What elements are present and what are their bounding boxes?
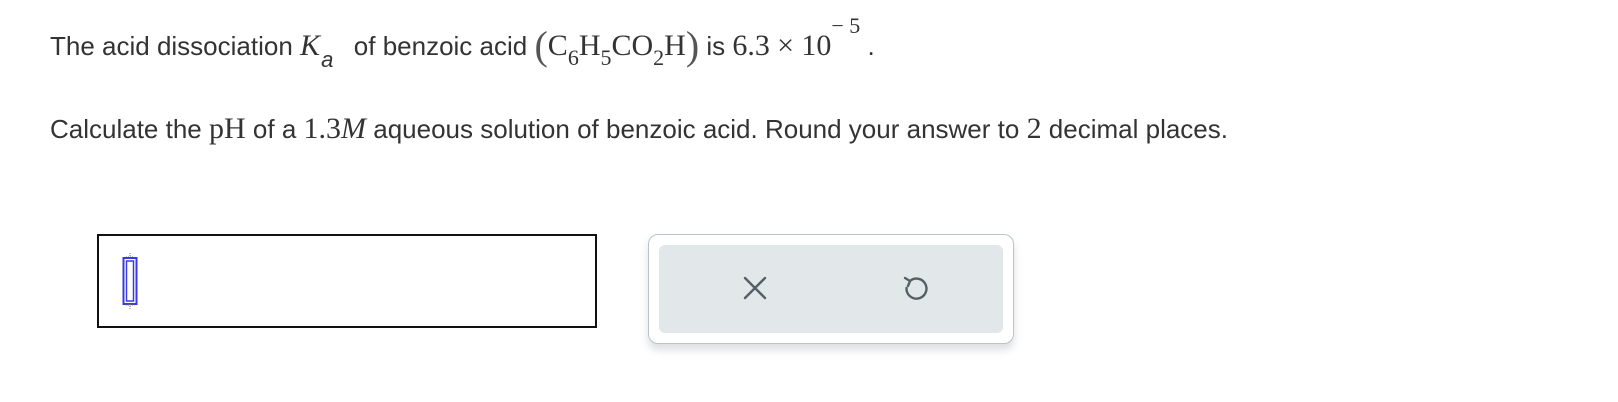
concentration-value: 1.3 [303,112,342,145]
question-text: of benzoic acid [353,31,528,61]
undo-icon [903,276,928,300]
molar-unit: M [341,112,367,145]
undo-button[interactable] [892,265,938,311]
question-text: of a [252,114,297,144]
question-line-2: Calculate the pH of a 1.3M aqueous solut… [50,112,1228,146]
answer-tools-bar [659,245,1003,333]
formula-h: H [578,29,601,62]
clear-button[interactable] [732,265,778,311]
question-text: decimal places. [1048,114,1228,144]
text-cursor-icon [122,253,138,309]
formula-c-sub: 6 [567,45,579,70]
ka-symbol: K [300,29,321,62]
question-text: aqueous solution of benzoic acid. Round … [373,114,1020,144]
ka-subscript: a [321,47,334,72]
formula-c: C [547,29,568,62]
question-line-1: The acid dissociation Ka of benzoic acid… [50,13,875,74]
times-sign: × [777,29,795,62]
close-paren: ) [685,23,700,68]
formula-o-sub: 2 [653,45,665,70]
ph-symbol: pH [209,112,246,145]
decimal-count: 2 [1026,112,1042,145]
answer-tools-panel [648,234,1014,344]
ka-value-base: 10 [801,29,832,62]
x-icon [743,276,767,300]
ka-value-exponent: − 5 [831,13,861,38]
period: . [867,31,875,61]
question-text: The acid dissociation [50,31,293,61]
open-paren: ( [534,23,548,68]
question-text: Calculate the [50,114,202,144]
formula-h-end: H [664,29,686,62]
question-text: is [706,31,726,61]
formula-co: CO [611,29,654,62]
answer-input[interactable] [97,234,597,328]
formula-h-sub: 5 [600,45,612,70]
ka-value-mantissa: 6.3 [732,29,770,62]
